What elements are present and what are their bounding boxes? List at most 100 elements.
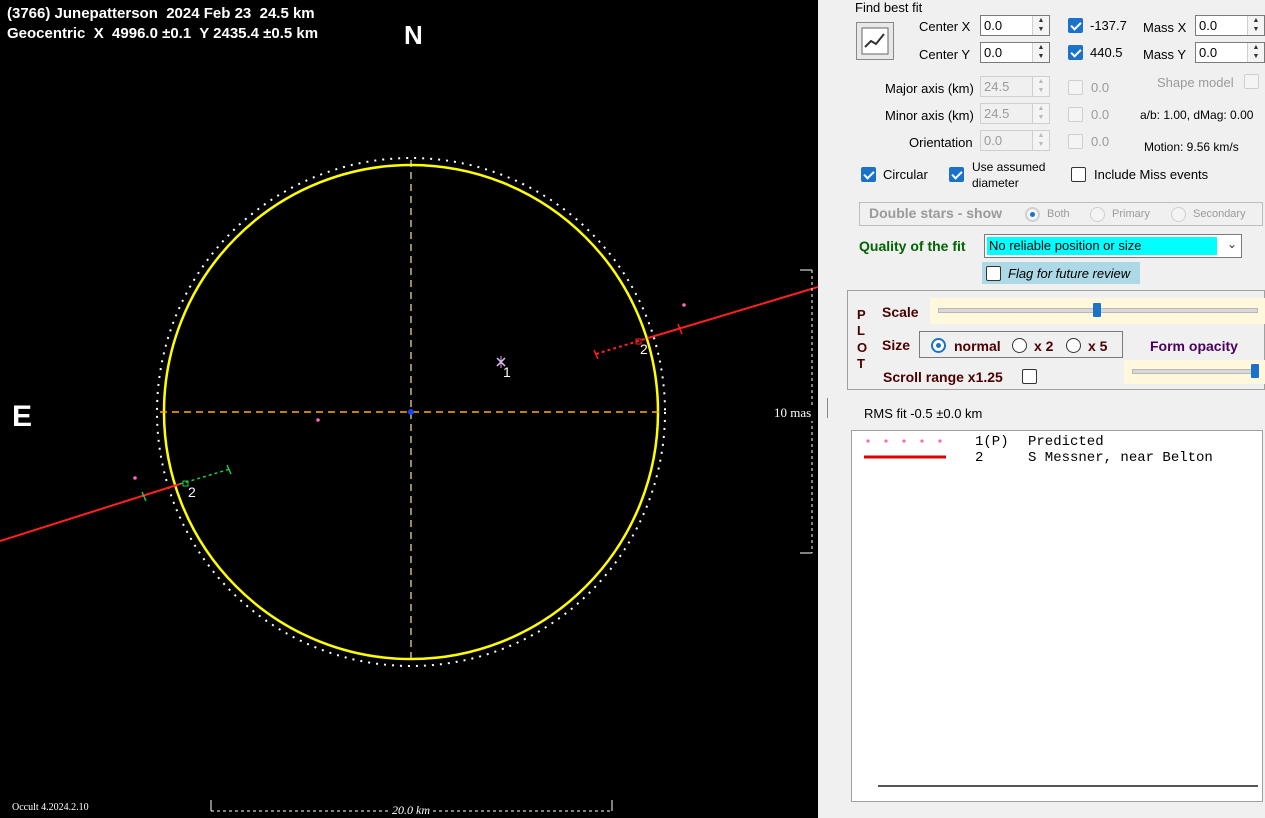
fit-chart-icon [861, 27, 889, 55]
plot-side-letter-l: L [857, 323, 865, 338]
form-opacity-slider[interactable] [1124, 360, 1265, 384]
orientation-input[interactable]: 0.0 ▲ ▼ [980, 130, 1050, 151]
mass-x-label: Mass X [1143, 20, 1187, 35]
chord-label-2-right: 2 [640, 341, 648, 357]
size-normal-label: normal [954, 338, 1001, 354]
size-x2-label: x 2 [1034, 338, 1054, 354]
flag-review-checkbox[interactable] [986, 266, 1001, 281]
center-point [408, 409, 414, 415]
size-label: Size [882, 337, 911, 353]
fix-major-axis-checkbox[interactable] [1068, 80, 1083, 95]
chord-right-solid [647, 286, 818, 339]
mass-y-label: Mass Y [1143, 47, 1187, 62]
scale-label: Scale [882, 304, 919, 320]
form-opacity-label: Form opacity [1150, 338, 1238, 354]
use-assumed-label: Use assumed [972, 160, 1046, 174]
center-y-label: Center Y [919, 47, 971, 62]
rms-fit-label: RMS fit -0.5 ±0.0 km [864, 406, 983, 421]
observer-legend-list[interactable]: 1(P) Predicted 2 S Messner, near Belton [851, 430, 1263, 802]
plot-canvas [0, 157, 818, 812]
center-y-value: 0.0 [984, 45, 1003, 60]
major-axis-input[interactable]: 24.5 ▲ ▼ [980, 76, 1050, 97]
plot-title-line-2: Geocentric X 4996.0 ±0.1 Y 2435.4 ±0.5 k… [7, 25, 319, 42]
scale-slider[interactable] [930, 298, 1265, 324]
plot-title-line-1: (3766) Junepatterson 2024 Feb 23 24.5 km [7, 5, 315, 22]
double-stars-primary-label: Primary [1112, 208, 1150, 220]
double-stars-secondary-radio[interactable] [1171, 207, 1186, 222]
size-x5-label: x 5 [1088, 338, 1108, 354]
major-axis-value: 24.5 [984, 79, 1010, 94]
plot-side-letter-t: T [857, 356, 865, 371]
shape-model-checkbox[interactable] [1244, 74, 1259, 89]
north-label: N [404, 20, 423, 50]
scroll-range-checkbox[interactable] [1022, 369, 1037, 384]
orientation-spin-arrows[interactable]: ▲ ▼ [1032, 131, 1049, 150]
find-best-fit-title: Find best fit [855, 0, 923, 15]
center-y-input[interactable]: 0.0 ▲ ▼ [980, 42, 1050, 63]
quality-dropdown[interactable]: No reliable position or size ⌄ [984, 234, 1242, 258]
quality-selected-value: No reliable position or size [989, 238, 1142, 253]
legend-row [864, 449, 964, 465]
version-label: Occult 4.2024.2.10 [12, 802, 89, 813]
circular-checkbox[interactable] [861, 167, 876, 182]
double-stars-primary-radio[interactable] [1090, 207, 1105, 222]
size-x5-radio[interactable] [1066, 338, 1081, 353]
minor-axis-value: 24.5 [984, 106, 1010, 121]
center-x-value: 0.0 [984, 18, 1003, 33]
mass-x-input[interactable]: 0.0 ▲ ▼ [1195, 15, 1265, 36]
use-assumed-diameter-checkbox[interactable] [949, 167, 964, 182]
predicted-point [133, 476, 137, 480]
center-x-fit-value: -137.7 [1090, 18, 1127, 33]
form-opacity-track [1132, 369, 1259, 374]
minor-axis-input[interactable]: 24.5 ▲ ▼ [980, 103, 1050, 124]
include-miss-events-checkbox[interactable] [1071, 167, 1086, 182]
fix-center-y-checkbox[interactable] [1068, 45, 1083, 60]
horizontal-scale-label: 20.0 km [390, 803, 432, 818]
panel-splitter[interactable] [827, 398, 828, 418]
double-stars-label: Double stars - show [869, 205, 1003, 221]
vertical-scale-label: 10 mas [772, 405, 814, 421]
control-panel: Find best fit Center X 0.0 ▲ ▼ Center Y 0… [818, 0, 1265, 818]
legend-number-2: 2 [975, 450, 984, 466]
shape-model-label: Shape model [1157, 75, 1234, 90]
scroll-range-label: Scroll range x1.25 [883, 369, 1003, 385]
orientation-value: 0.0 [984, 133, 1003, 148]
mass-y-value: 0.0 [1199, 45, 1218, 60]
motion-label: Motion: 9.56 km/s [1144, 140, 1239, 154]
minor-axis-label: Minor axis (km) [885, 108, 974, 123]
legend-horizontal-scrollbar[interactable] [878, 785, 1258, 787]
size-x2-radio[interactable] [1012, 338, 1027, 353]
fix-minor-axis-checkbox[interactable] [1068, 107, 1083, 122]
major-axis-label: Major axis (km) [885, 81, 974, 96]
size-normal-radio[interactable] [931, 338, 946, 353]
center-x-input[interactable]: 0.0 ▲ ▼ [980, 15, 1050, 36]
fix-center-x-checkbox[interactable] [1068, 18, 1083, 33]
predicted-point [682, 303, 686, 307]
east-label: E [12, 400, 33, 433]
find-best-fit-button[interactable] [856, 22, 894, 60]
center-x-spin-arrows[interactable]: ▲ ▼ [1032, 16, 1049, 35]
double-stars-secondary-label: Secondary [1193, 208, 1246, 220]
scale-slider-thumb[interactable] [1093, 303, 1101, 317]
orientation-label: Orientation [909, 135, 973, 150]
plot-side-letter-o: O [857, 340, 868, 355]
chord-left-solid [0, 483, 181, 542]
legend-name-1: Predicted [1028, 434, 1104, 450]
chevron-down-icon: ⌄ [1226, 237, 1237, 251]
mass-y-spin-arrows[interactable]: ▲ ▼ [1247, 43, 1264, 62]
predicted-point [316, 418, 320, 422]
orientation-fit-value: 0.0 [1091, 134, 1110, 149]
legend-swatch-observer [864, 455, 946, 459]
fix-orientation-checkbox[interactable] [1068, 134, 1083, 149]
legend-row [864, 433, 976, 449]
legend-swatch-predicted [866, 439, 942, 443]
double-stars-both-radio[interactable] [1025, 207, 1040, 222]
form-opacity-thumb[interactable] [1250, 364, 1259, 378]
mass-x-spin-arrows[interactable]: ▲ ▼ [1247, 16, 1264, 35]
mass-y-input[interactable]: 0.0 ▲ ▼ [1195, 42, 1265, 63]
quality-label: Quality of the fit [859, 238, 966, 254]
center-y-spin-arrows[interactable]: ▲ ▼ [1032, 43, 1049, 62]
center-y-fit-value: 440.5 [1090, 45, 1123, 60]
major-axis-spin-arrows[interactable]: ▲ ▼ [1032, 77, 1049, 96]
minor-axis-spin-arrows[interactable]: ▲ ▼ [1032, 104, 1049, 123]
